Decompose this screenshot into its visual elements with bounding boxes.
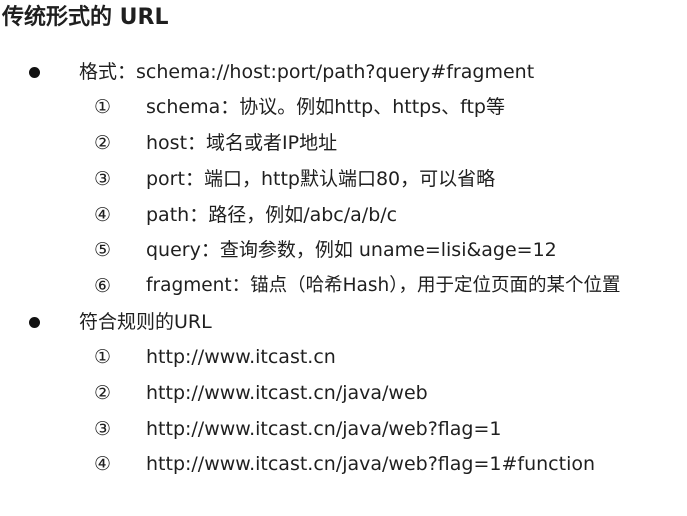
item-text: schema：协议。例如http、https、ftp等 xyxy=(146,96,505,118)
bullet-format: 格式：schema://host:port/path?query#fragmen… xyxy=(0,60,687,84)
list-item: ① schema：协议。例如http、https、ftp等 xyxy=(0,95,687,119)
url-text: http://www.itcast.cn xyxy=(146,346,336,368)
item-number: ② xyxy=(94,382,112,404)
item-text: fragment：锚点（哈希Hash），用于定位页面的某个位置 xyxy=(146,275,621,296)
item-text: path：路径，例如/abc/a/b/c xyxy=(146,204,398,226)
list-item: ② http://www.itcast.cn/java/web xyxy=(0,381,687,405)
list-item: ① http://www.itcast.cn xyxy=(0,345,687,369)
item-text: host：域名或者IP地址 xyxy=(146,132,338,154)
list-item: ③ port：端口，http默认端口80，可以省略 xyxy=(0,167,687,191)
bullet-icon xyxy=(29,317,40,328)
item-number: ① xyxy=(94,346,112,368)
item-text: port：端口，http默认端口80，可以省略 xyxy=(146,168,496,190)
list-item: ⑥ fragment：锚点（哈希Hash），用于定位页面的某个位置 xyxy=(0,274,687,298)
bullet-text: 格式：schema://host:port/path?query#fragmen… xyxy=(79,61,535,83)
item-text: query：查询参数，例如 uname=lisi&age=12 xyxy=(146,239,557,261)
list-item: ② host：域名或者IP地址 xyxy=(0,131,687,155)
list-item: ④ path：路径，例如/abc/a/b/c xyxy=(0,203,687,227)
url-text: http://www.itcast.cn/java/web?flag=1 xyxy=(146,418,502,440)
item-number: ⑤ xyxy=(94,239,112,261)
item-number: ③ xyxy=(94,418,112,440)
list-item: ④ http://www.itcast.cn/java/web?flag=1#f… xyxy=(0,452,687,476)
item-number: ④ xyxy=(94,204,112,226)
url-text: http://www.itcast.cn/java/web?flag=1#fun… xyxy=(146,453,596,475)
item-number: ③ xyxy=(94,168,112,190)
item-number: ① xyxy=(94,96,112,118)
slide-title: 传统形式的 URL xyxy=(2,5,169,30)
bullet-valid-urls: 符合规则的URL xyxy=(0,310,687,334)
item-number: ④ xyxy=(94,453,112,475)
list-item: ③ http://www.itcast.cn/java/web?flag=1 xyxy=(0,417,687,441)
slide: 传统形式的 URL 格式：schema://host:port/path?que… xyxy=(0,0,687,516)
url-text: http://www.itcast.cn/java/web xyxy=(146,382,428,404)
list-item: ⑤ query：查询参数，例如 uname=lisi&age=12 xyxy=(0,238,687,262)
item-number: ② xyxy=(94,132,112,154)
bullet-text: 符合规则的URL xyxy=(79,311,212,333)
item-number: ⑥ xyxy=(94,275,112,297)
bullet-icon xyxy=(29,67,40,78)
